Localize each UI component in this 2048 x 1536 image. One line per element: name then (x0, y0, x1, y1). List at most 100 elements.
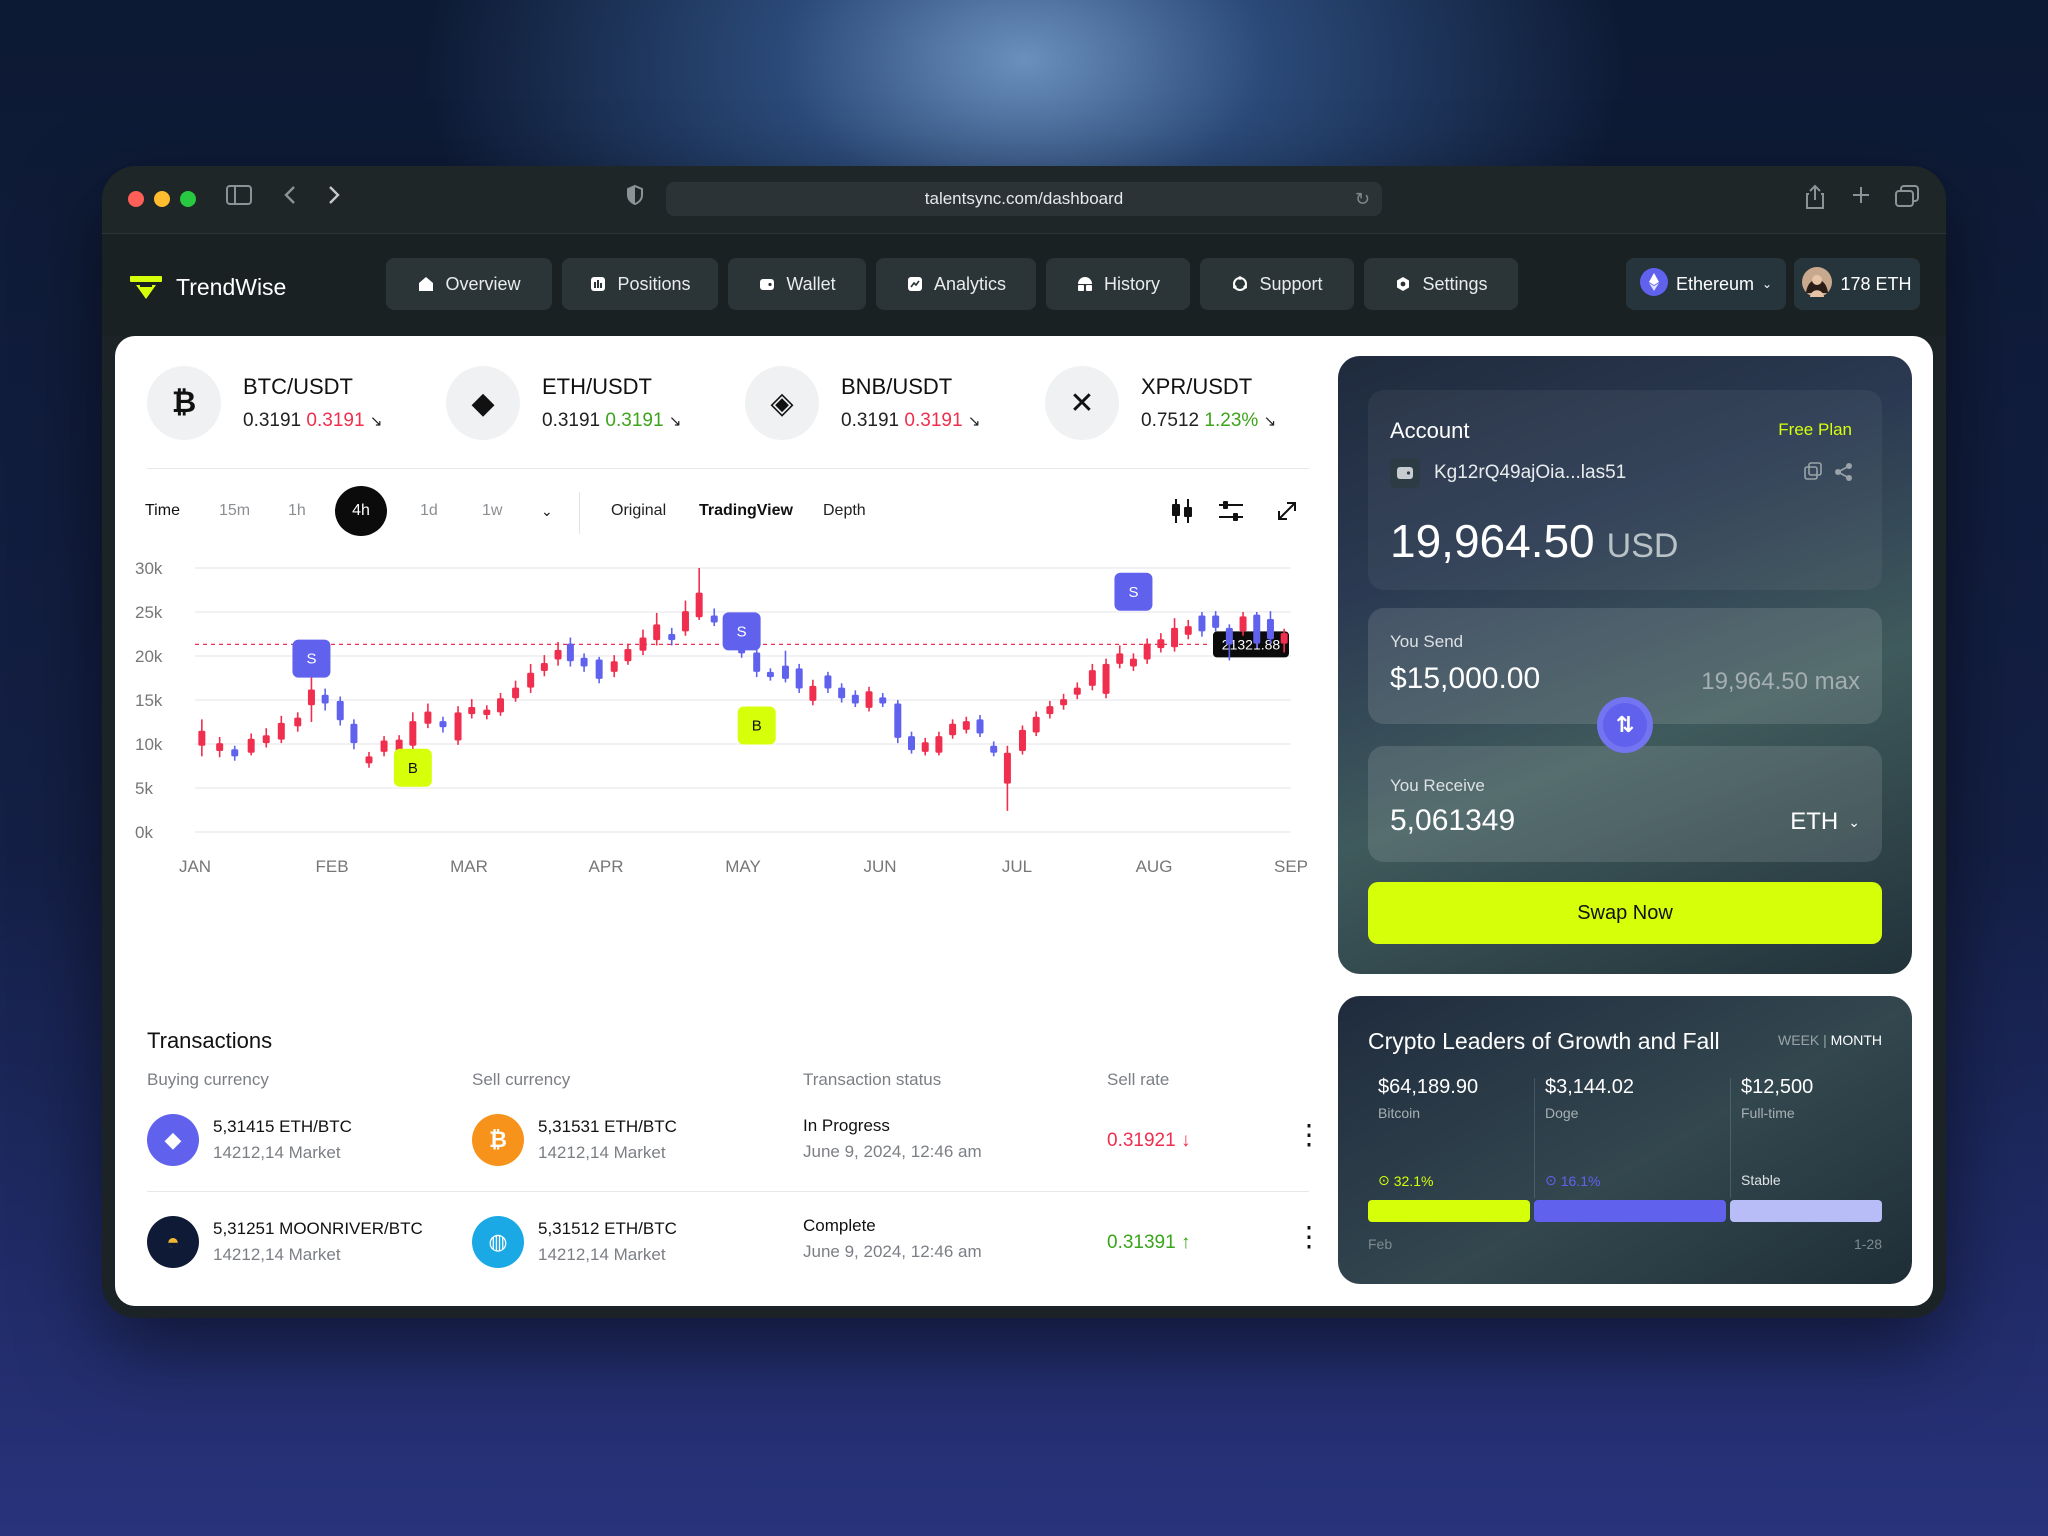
ticker-values: 0.3191 0.3191 ↘ (841, 410, 980, 432)
send-amount[interactable]: $15,000.00 (1390, 662, 1540, 696)
shield-icon[interactable] (626, 184, 644, 214)
nav-support[interactable]: Support (1200, 258, 1354, 310)
sliders-icon[interactable] (1217, 486, 1245, 536)
swap-direction-icon[interactable]: ⇅ (1597, 697, 1653, 753)
maximize-window-button[interactable] (180, 191, 196, 207)
share-bar-bitcoin (1368, 1200, 1530, 1222)
sidebar-toggle-icon[interactable] (226, 184, 252, 214)
reload-icon[interactable]: ↻ (1355, 182, 1370, 216)
timeframe-15m[interactable]: 15m (219, 486, 250, 536)
eth-balance: 178 ETH (1840, 273, 1912, 294)
timeframe-1d[interactable]: 1d (420, 486, 438, 536)
nav-settings[interactable]: Settings (1364, 258, 1518, 310)
send-label: You Send (1390, 632, 1464, 651)
swap-now-button[interactable]: Swap Now (1368, 882, 1882, 944)
nav-support-label: Support (1259, 273, 1323, 294)
timeframe-1h[interactable]: 1h (288, 486, 306, 536)
view-original[interactable]: Original (611, 486, 666, 536)
candle-body (851, 694, 859, 704)
sell-rate-cell: 0.31391 ↑ (1107, 1232, 1190, 1254)
more-options-icon[interactable]: ⋮ (1295, 1223, 1323, 1251)
receive-card[interactable]: You Receive 5,061349 ETH ⌄ (1368, 746, 1882, 862)
sell-rate: 0.31391 ↑ (1107, 1232, 1191, 1253)
back-arrow-icon[interactable] (282, 184, 298, 214)
account-balance: 19,964.50 USD (1390, 514, 1678, 568)
leader-name: Doge (1545, 1105, 1579, 1121)
status-date: June 9, 2024, 12:46 am (803, 1142, 982, 1161)
fullscreen-icon[interactable] (1275, 486, 1299, 536)
y-tick-label: 0k (135, 823, 153, 842)
candlestick-icon[interactable] (1169, 486, 1195, 536)
nav-overview[interactable]: Overview (386, 258, 552, 310)
leader-divider (1534, 1078, 1535, 1198)
leader-change: Stable (1741, 1172, 1781, 1188)
timeframe-1w[interactable]: 1w (482, 486, 502, 536)
candle-body (468, 707, 476, 715)
price-chart[interactable]: 0k 5k 10k 15k 20k 25k 30k JAN FEB MAR APR MAY JUN JUL… (135, 556, 1315, 976)
candle-body (1280, 633, 1288, 644)
share-icon[interactable] (1834, 462, 1854, 487)
receive-currency-selector[interactable]: ETH ⌄ (1790, 808, 1860, 836)
nav-wallet[interactable]: Wallet (728, 258, 866, 310)
ticker-change: 0.3191 (904, 410, 963, 431)
x-tick-label: MAY (725, 857, 761, 876)
leader-name: Full-time (1741, 1105, 1795, 1121)
view-depth[interactable]: Depth (823, 486, 866, 536)
app-logo[interactable]: TrendWise (130, 274, 286, 301)
send-max[interactable]: 19,964.50 max (1701, 668, 1860, 696)
candle-body (277, 722, 285, 740)
view-tradingview[interactable]: TradingView (699, 486, 793, 536)
candle-body (879, 697, 887, 704)
marker-label: S (1128, 584, 1138, 601)
candle-body (454, 712, 462, 741)
period-week[interactable]: WEEK (1778, 1032, 1819, 1048)
tab-overview-icon[interactable] (1894, 184, 1920, 216)
close-window-button[interactable] (128, 191, 144, 207)
address-bar[interactable]: talentsync.com/dashboard ↻ (666, 182, 1382, 216)
plan-badge[interactable]: Free Plan (1778, 420, 1852, 440)
ticker-btc[interactable]: ₿ BTC/USDT 0.3191 0.3191 ↘ (147, 366, 382, 440)
ticker-eth[interactable]: ◆ ETH/USDT 0.3191 0.3191 ↘ (446, 366, 681, 440)
candle-body (1171, 627, 1179, 648)
toolbar-divider (579, 492, 580, 534)
x-tick-label: FEB (315, 857, 348, 876)
leader-fulltime[interactable]: $12,500 Full-time (1741, 1076, 1901, 1121)
nav-analytics[interactable]: Analytics (876, 258, 1036, 310)
nav-positions[interactable]: Positions (562, 258, 718, 310)
growth-circle-icon: ⊙ (1378, 1172, 1390, 1188)
candle-body (908, 736, 916, 751)
more-options-icon[interactable]: ⋮ (1295, 1121, 1323, 1149)
ticker-values: 0.3191 0.3191 ↘ (542, 410, 681, 432)
y-tick-label: 25k (135, 603, 163, 622)
nav-history[interactable]: History (1046, 258, 1190, 310)
candle-body (710, 615, 718, 623)
account-balance-button[interactable]: 178 ETH (1794, 258, 1920, 310)
ticker-change: 0.3191 (306, 410, 365, 431)
ticker-bnb[interactable]: ◈ BNB/USDT 0.3191 0.3191 ↘ (745, 366, 980, 440)
range-end: 1-28 (1853, 1236, 1882, 1252)
leader-change: ⊙ 32.1% (1378, 1172, 1434, 1189)
leader-doge[interactable]: $3,144.02 Doge (1545, 1076, 1705, 1121)
ticker-xpr[interactable]: ✕ XPR/USDT 0.7512 1.23% ↘ (1045, 366, 1276, 440)
copy-icon[interactable] (1804, 462, 1822, 485)
table-row[interactable]: ◆ 5,31415 ETH/BTC 14212,14 Market ₿ 5,31… (147, 1110, 1323, 1190)
sell-market: 14212,14 Market (538, 1143, 666, 1162)
candle-body (695, 592, 703, 618)
network-selector[interactable]: Ethereum ⌄ (1626, 258, 1786, 310)
candle-body (894, 703, 902, 738)
period-month[interactable]: MONTH (1831, 1032, 1882, 1048)
buy-market: 14212,14 Market (213, 1245, 341, 1264)
header-sell-currency: Sell currency (472, 1070, 571, 1089)
share-icon[interactable] (1804, 184, 1826, 218)
candle-body (595, 659, 603, 679)
forward-arrow-icon[interactable] (326, 184, 342, 214)
candle-body (949, 723, 957, 736)
timeframe-chevron-down-icon[interactable]: ⌄ (541, 486, 553, 536)
table-row[interactable]: ◓ 5,31251 MOONRIVER/BTC 14212,14 Market … (147, 1212, 1323, 1292)
candle-body (1157, 639, 1165, 649)
new-tab-icon[interactable] (1850, 184, 1872, 214)
candle-body (865, 691, 873, 708)
timeframe-4h[interactable]: 4h (335, 486, 387, 536)
minimize-window-button[interactable] (154, 191, 170, 207)
leader-bitcoin[interactable]: $64,189.90 Bitcoin (1378, 1076, 1538, 1121)
